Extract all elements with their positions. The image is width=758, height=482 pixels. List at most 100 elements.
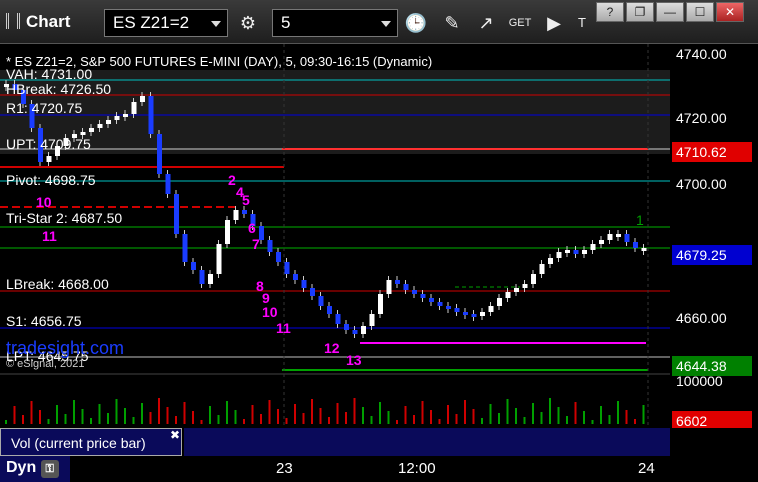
td-count-2: 2 xyxy=(228,172,236,188)
tick-4740: 4740.00 xyxy=(676,46,727,62)
candle xyxy=(301,280,307,288)
lock-icon: ⚿ xyxy=(40,460,59,478)
volume-bar xyxy=(124,408,126,424)
volume-bar xyxy=(574,402,577,424)
td-count-12: 12 xyxy=(324,340,340,356)
vol-tab[interactable]: Vol (current price bar) xyxy=(0,428,182,456)
maximize-button[interactable]: ☐ xyxy=(686,2,714,22)
candle xyxy=(395,280,400,284)
interval-combo[interactable]: 5 xyxy=(272,9,398,37)
lbreak-label: LBreak: 4668.00 xyxy=(6,276,109,292)
candle xyxy=(352,330,358,334)
candle xyxy=(97,124,103,128)
grip-icon[interactable] xyxy=(6,13,20,29)
time-label-1200: 12:00 xyxy=(398,460,436,477)
settings-icon[interactable]: ⚙ xyxy=(234,10,262,36)
volume-bar xyxy=(107,413,109,424)
volume-bar xyxy=(566,416,568,424)
candle xyxy=(386,280,392,294)
candle xyxy=(565,250,570,253)
candle xyxy=(633,242,638,248)
candle xyxy=(242,210,247,214)
volume-bar xyxy=(56,405,58,424)
volume-bar xyxy=(617,401,619,424)
td-count-6: 6 xyxy=(248,220,256,236)
candle xyxy=(429,298,434,302)
volume-bar xyxy=(217,415,220,424)
volume-bar xyxy=(464,400,466,424)
r1-label: R1: 4720.75 xyxy=(6,100,83,116)
volume-bar xyxy=(234,410,237,424)
volume-bar xyxy=(311,399,313,424)
volume-bar xyxy=(362,407,364,424)
titlebar: Chart ES Z21=2 ⚙ 5 🕒 ✎ ↗ GET ▶ T ? ❐ — ☐… xyxy=(0,0,758,44)
volume-bar xyxy=(438,419,441,424)
candle xyxy=(607,234,613,240)
pencil-icon[interactable]: ✎ xyxy=(438,10,466,36)
dyn-button[interactable]: Dyn ⚿ xyxy=(0,456,70,482)
volume-bar xyxy=(353,398,356,424)
help-button[interactable]: ? xyxy=(596,2,624,22)
volume-bar xyxy=(549,398,551,424)
candle xyxy=(556,252,562,258)
candle xyxy=(148,96,154,134)
volume-bar xyxy=(421,401,424,424)
dyn-label: Dyn xyxy=(6,459,37,476)
volume-bar xyxy=(455,414,458,424)
study-icon[interactable]: ↗ xyxy=(472,10,500,36)
candle xyxy=(403,284,409,290)
volume-bar xyxy=(22,415,24,424)
candle xyxy=(599,240,604,244)
volume-bar xyxy=(396,420,398,424)
volume-bar xyxy=(387,411,390,424)
price-chart[interactable] xyxy=(0,44,670,428)
get-icon[interactable]: GET xyxy=(506,10,534,36)
candle xyxy=(378,294,383,314)
volume-bar xyxy=(200,420,203,424)
candle xyxy=(497,298,502,306)
candle xyxy=(140,96,145,102)
volume-bar xyxy=(183,402,186,424)
candle xyxy=(344,324,349,330)
td-count-11b: 11 xyxy=(276,320,291,336)
tick-4720: 4720.00 xyxy=(676,110,727,126)
candle xyxy=(182,234,188,262)
volume-bar xyxy=(591,420,594,424)
candle xyxy=(335,314,341,324)
volume-bar xyxy=(115,399,118,424)
candle xyxy=(106,120,111,124)
play-icon[interactable]: ▶ xyxy=(540,10,568,36)
minimize-button[interactable]: — xyxy=(656,2,684,22)
volume-bar xyxy=(489,404,492,424)
candle xyxy=(454,308,460,312)
candle xyxy=(157,134,162,174)
text-tool-icon[interactable]: T xyxy=(568,10,596,36)
volume-bar xyxy=(345,412,347,424)
volume-bar xyxy=(379,402,381,424)
candle xyxy=(293,274,298,280)
volume-bar xyxy=(634,419,636,424)
candle xyxy=(276,252,281,262)
candle xyxy=(361,326,366,334)
candle xyxy=(225,220,230,244)
volume-bar xyxy=(158,398,160,424)
clock-icon[interactable]: 🕒 xyxy=(402,10,430,36)
td-count-1: 1 xyxy=(636,212,644,228)
volume-bar xyxy=(642,405,645,424)
interval-value: 5 xyxy=(281,13,291,32)
volume-bar xyxy=(149,412,152,424)
volume-bar xyxy=(523,417,526,424)
tick-100000: 100000 xyxy=(676,373,723,389)
volume-bar xyxy=(268,400,271,424)
close-button[interactable]: ✕ xyxy=(716,2,744,22)
volume-bar xyxy=(73,400,75,424)
volume-bar xyxy=(583,411,585,424)
chevron-down-icon xyxy=(381,21,391,27)
td-count-10b: 10 xyxy=(262,304,278,320)
volume-bar xyxy=(404,406,407,424)
volume-bar xyxy=(294,404,296,424)
restore-button[interactable]: ❐ xyxy=(626,2,654,22)
symbol-combo[interactable]: ES Z21=2 xyxy=(104,9,228,37)
close-icon[interactable]: ✖ xyxy=(170,428,180,442)
volume-bar xyxy=(413,415,415,424)
